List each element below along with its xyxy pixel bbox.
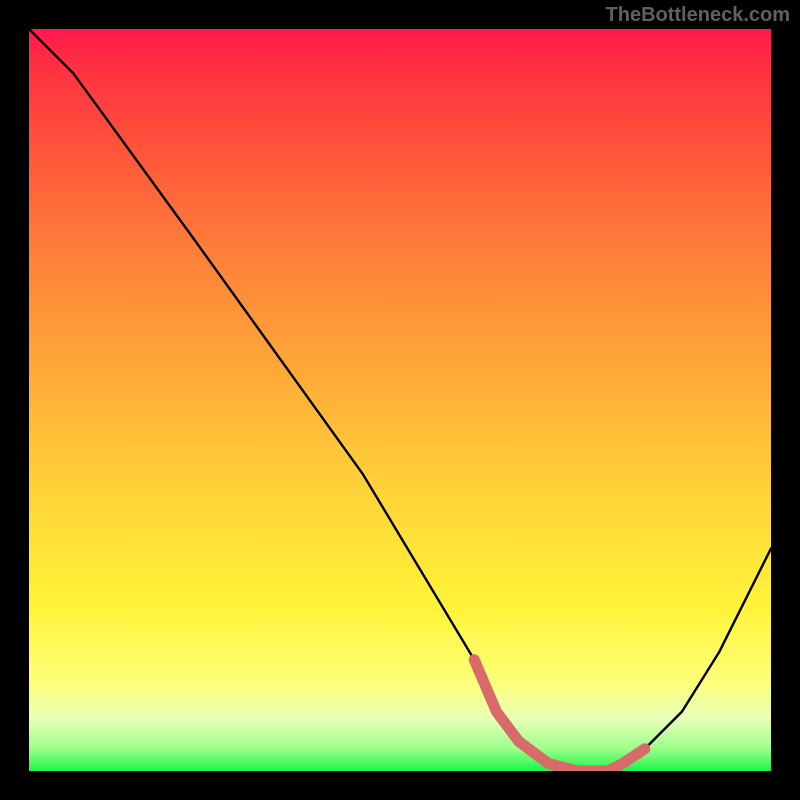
main-curve <box>29 29 771 771</box>
chart-frame: TheBottleneck.com <box>0 0 800 800</box>
highlight-curve <box>474 660 645 771</box>
watermark-text: TheBottleneck.com <box>606 4 790 27</box>
curve-layer <box>29 29 771 771</box>
plot-area <box>29 29 771 771</box>
